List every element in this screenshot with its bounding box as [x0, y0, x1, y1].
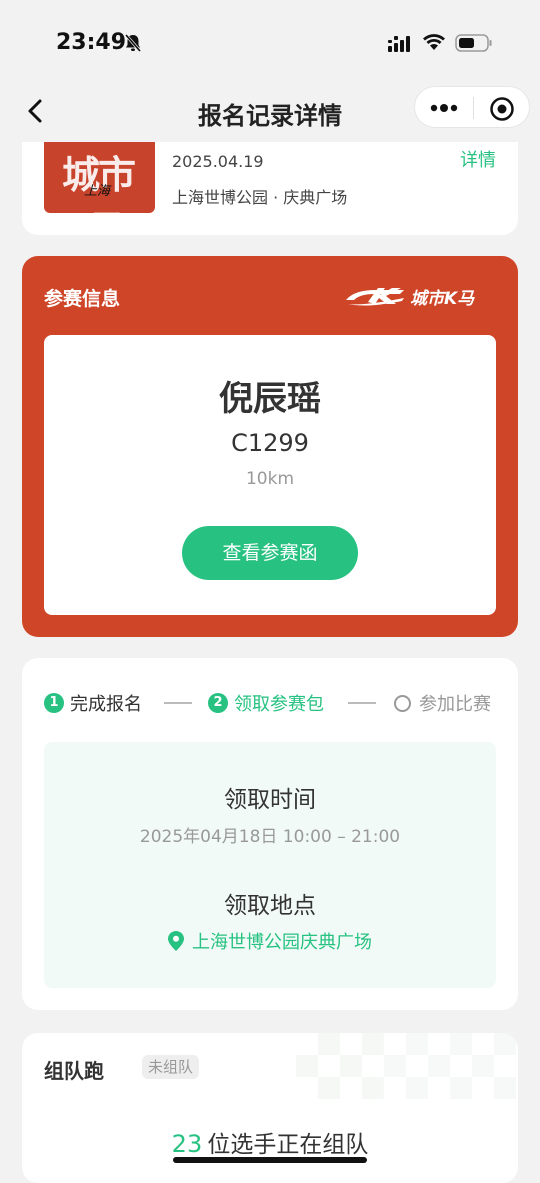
race-distance: 10km — [245, 469, 295, 489]
close-miniapp-icon[interactable] — [489, 96, 515, 122]
bib-number: C1299 — [231, 429, 309, 457]
team-status-badge: 未组队 — [142, 1055, 200, 1079]
step-join-race: 参加比赛 — [394, 690, 491, 716]
step-collect-pack: 2 领取参赛包 — [208, 690, 324, 716]
miniapp-capsule — [414, 86, 530, 128]
nav-bar: 报名记录详情 — [0, 80, 540, 142]
step-3-label: 参加比赛 — [419, 694, 491, 715]
status-time: 23:49 — [56, 30, 127, 55]
participant-info-panel: 倪辰瑶 C1299 10km 查看参赛函 — [44, 335, 496, 615]
race-pack-pickup-card: 1 完成报名 2 领取参赛包 参加比赛 领取时间 2025年04月18日 10:… — [22, 658, 518, 1010]
capsule-divider — [473, 97, 474, 119]
team-count-line: 23 位选手正在组队 — [22, 1125, 518, 1159]
pickup-place-link[interactable]: 上海世博公园庆典广场 — [44, 928, 496, 954]
pickup-place-label: 领取地点 — [224, 893, 316, 919]
view-entry-letter-button[interactable]: 查看参赛函 — [182, 526, 358, 580]
event-card[interactable]: 城市K马 上海 2025.04.19 上海世博公园 · 庆典广场 详情 — [22, 142, 518, 235]
progress-steps: 1 完成报名 2 领取参赛包 参加比赛 — [44, 690, 504, 716]
cellular-signal-icon — [388, 36, 410, 52]
step-connector — [164, 702, 192, 704]
runner-name: 倪辰瑶 — [219, 379, 321, 419]
home-indicator — [173, 1157, 367, 1163]
brand-name: 城市K马 — [410, 289, 475, 309]
event-thumbnail: 城市K马 上海 — [44, 142, 155, 213]
step-complete-registration: 1 完成报名 — [44, 690, 142, 716]
checkered-flag-decoration — [296, 1033, 516, 1099]
step-1-number: 1 — [44, 693, 64, 713]
battery-icon — [455, 34, 492, 52]
thumbnail-city-text: 上海 — [84, 184, 111, 199]
wifi-icon — [423, 34, 445, 50]
silent-bell-icon — [124, 34, 142, 52]
participant-info-title: 参赛信息 — [44, 288, 121, 310]
status-bar: 23:49 — [0, 0, 540, 80]
pickup-time-value: 2025年04月18日 10:00 – 21:00 — [139, 827, 401, 847]
location-pin-icon — [168, 931, 184, 951]
event-detail-link[interactable]: 详情 — [460, 146, 496, 172]
thumbnail-logo-text: 城市K马 — [62, 153, 136, 213]
step-1-label: 完成报名 — [70, 694, 142, 715]
pickup-info-box: 领取时间 2025年04月18日 10:00 – 21:00 领取地点 上海世博… — [44, 742, 496, 988]
pickup-time-label: 领取时间 — [224, 787, 316, 813]
step-connector — [348, 702, 376, 704]
event-date: 2025.04.19 — [172, 152, 264, 171]
event-venue: 上海世博公园 · 庆典广场 — [172, 188, 348, 207]
participant-info-card: 参赛信息 城市K马 倪辰瑶 C1299 10km 查看参赛函 — [22, 256, 518, 637]
pickup-place-value: 上海世博公园庆典广场 — [192, 932, 372, 953]
team-count-number: 23 — [171, 1130, 203, 1158]
step-2-label: 领取参赛包 — [234, 694, 324, 715]
step-3-pending-icon — [394, 694, 411, 712]
more-icon[interactable] — [429, 99, 459, 117]
step-2-number: 2 — [208, 693, 228, 713]
team-count-text: 位选手正在组队 — [207, 1132, 369, 1158]
team-run-title: 组队跑 — [44, 1059, 104, 1083]
